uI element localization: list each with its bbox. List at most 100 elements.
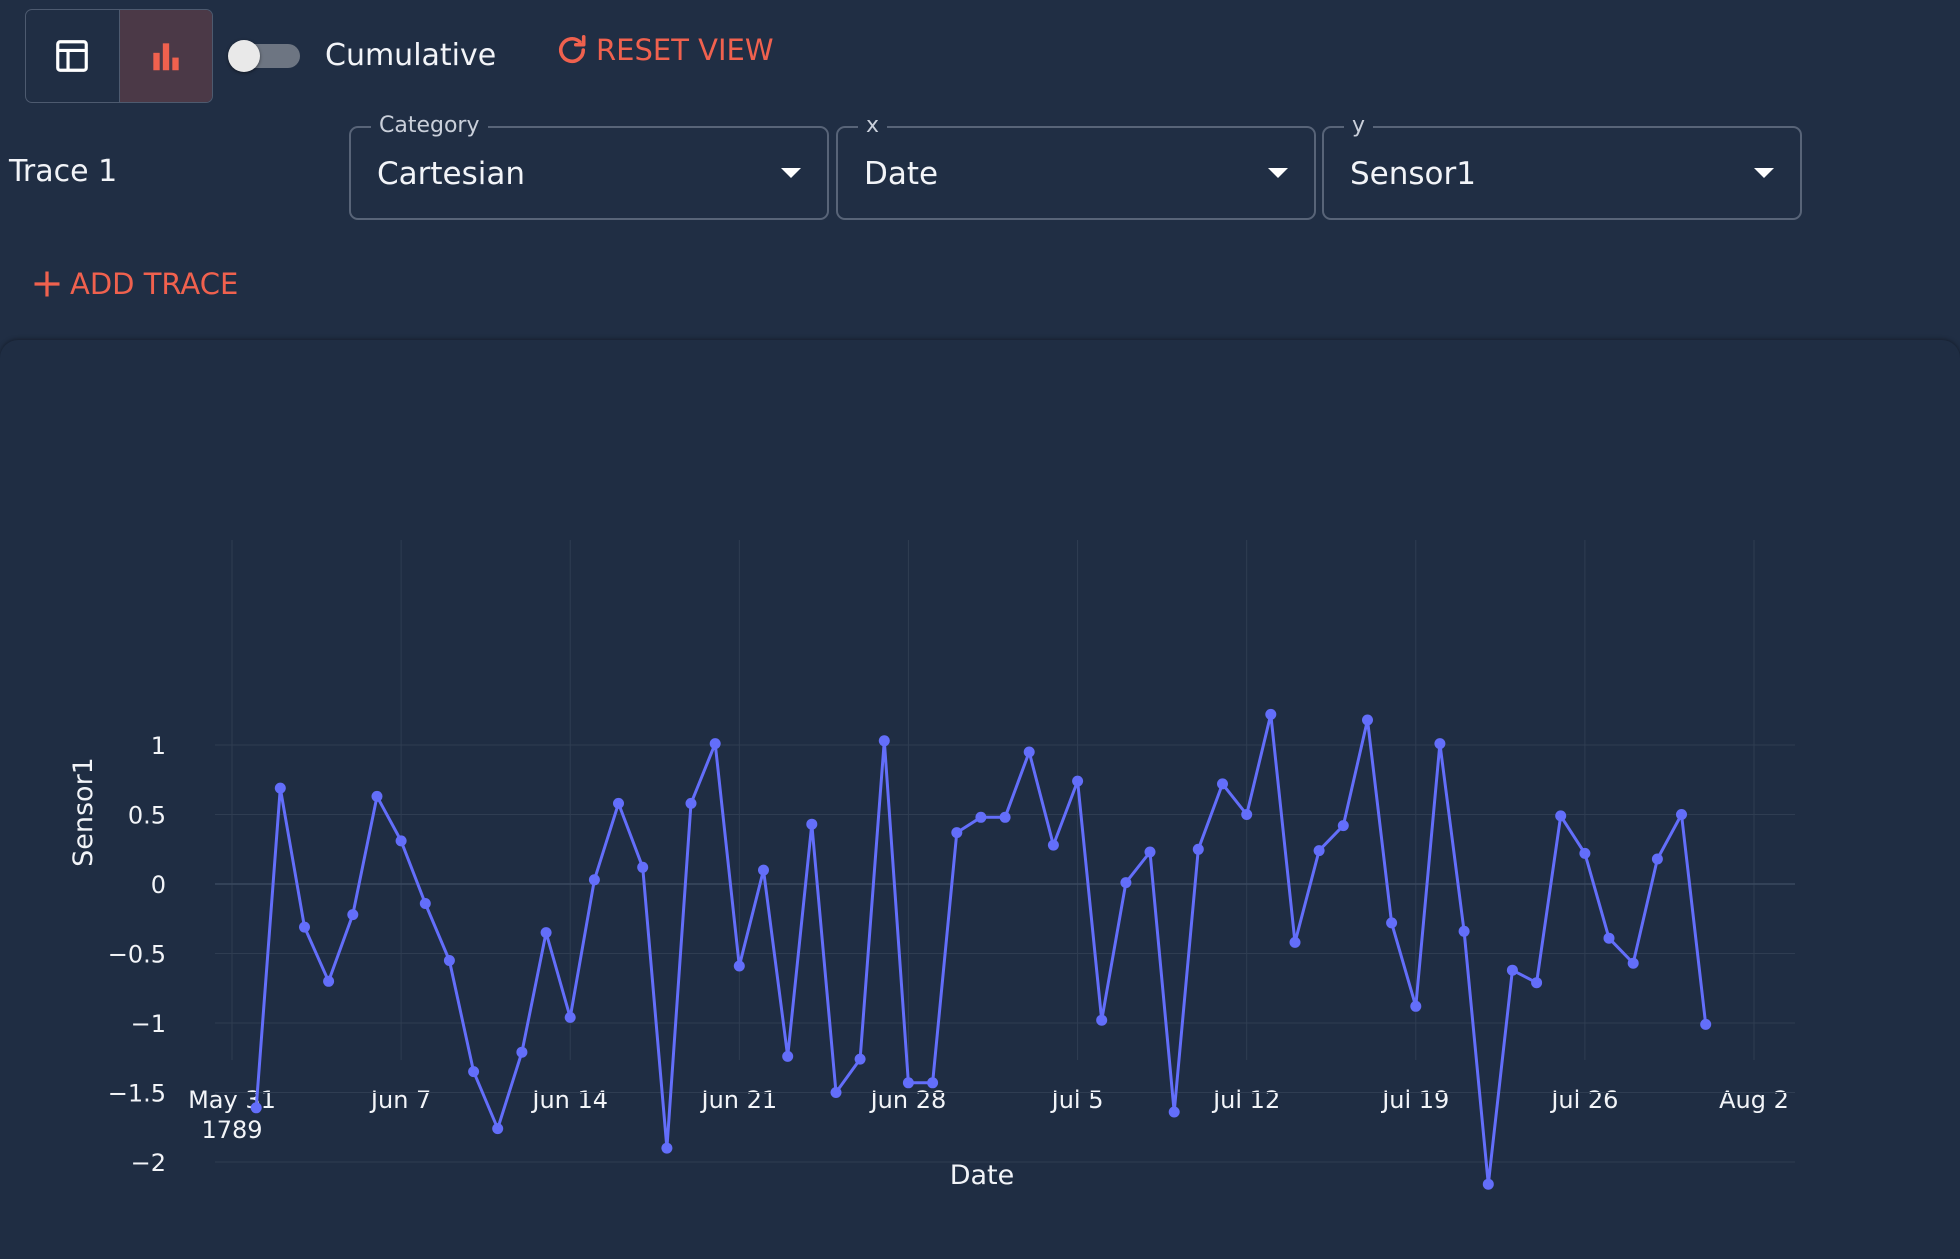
plus-icon — [34, 271, 60, 297]
data-point — [1289, 936, 1301, 948]
y-tick-label: −1.5 — [108, 1080, 166, 1108]
table-view-button[interactable] — [26, 10, 119, 102]
data-point — [1192, 843, 1204, 855]
data-point — [1313, 845, 1325, 857]
y-select[interactable]: y Sensor1 — [1322, 112, 1802, 220]
x-tick-label: Jul 5 — [1050, 1086, 1104, 1114]
reset-view-button[interactable]: RESET VIEW — [554, 30, 774, 70]
data-point — [516, 1046, 528, 1058]
data-point — [564, 1011, 576, 1023]
x-axis-title: Date — [950, 1160, 1015, 1191]
series-line — [254, 712, 1708, 1186]
data-point — [951, 827, 963, 839]
data-point — [1072, 775, 1084, 787]
data-point — [902, 1077, 914, 1089]
data-point — [1168, 1106, 1180, 1118]
data-point — [733, 960, 745, 972]
data-point — [274, 782, 286, 794]
data-point — [1241, 809, 1253, 820]
category-legend: Category — [371, 112, 488, 140]
data-point — [878, 735, 890, 747]
data-point — [492, 1123, 504, 1135]
data-point — [637, 861, 649, 873]
data-point — [443, 955, 455, 966]
data-point — [1120, 877, 1132, 889]
cumulative-label: Cumulative — [325, 38, 497, 73]
data-point — [1337, 820, 1349, 832]
chart-view-button[interactable] — [118, 10, 212, 102]
x-value: Date — [864, 156, 939, 192]
data-point — [1047, 839, 1059, 851]
data-point — [1531, 977, 1543, 989]
data-point — [419, 898, 431, 909]
data-point — [1434, 738, 1446, 750]
data-point — [613, 797, 624, 809]
data-point — [588, 874, 600, 886]
y-tick-label: 0 — [151, 871, 166, 899]
category-value: Cartesian — [377, 156, 526, 192]
refresh-icon — [558, 35, 586, 64]
data-point — [1603, 932, 1615, 944]
data-point — [1627, 957, 1639, 969]
data-point — [1482, 1178, 1494, 1190]
data-point — [1386, 917, 1398, 929]
caret-down-icon — [781, 168, 801, 178]
y-legend: y — [1344, 112, 1374, 140]
x-tick-label: Jul 12 — [1211, 1086, 1280, 1114]
cumulative-toggle[interactable] — [228, 40, 302, 72]
data-point — [540, 927, 552, 939]
x-tick-label: Aug 2 — [1719, 1086, 1789, 1114]
data-point — [975, 811, 987, 823]
data-point — [323, 975, 335, 987]
table-icon — [56, 40, 89, 72]
data-point — [685, 797, 697, 809]
data-point — [250, 1102, 262, 1114]
x-legend: x — [858, 112, 888, 140]
data-point — [830, 1087, 842, 1098]
data-point — [371, 790, 383, 802]
data-point — [1676, 809, 1687, 820]
y-tick-label: 0.5 — [128, 802, 166, 830]
x-tick-label: Jul 19 — [1380, 1086, 1449, 1114]
add-trace-button[interactable]: ADD TRACE — [32, 264, 238, 304]
data-point — [1458, 925, 1470, 937]
trace-label: Trace 1 — [9, 154, 118, 189]
data-point — [709, 738, 721, 750]
category-select[interactable]: Category Cartesian — [349, 112, 829, 220]
toggle-thumb[interactable] — [228, 40, 260, 72]
y-tick-label: −2 — [131, 1149, 166, 1177]
x-tick-label: Jun 28 — [869, 1086, 947, 1114]
x-select[interactable]: x Date — [836, 112, 1316, 220]
caret-down-icon — [1754, 168, 1774, 178]
data-point — [1410, 1000, 1422, 1012]
data-point — [299, 921, 310, 933]
data-point — [1023, 746, 1035, 758]
y-axis-title: Sensor1 — [68, 757, 99, 867]
data-point — [347, 909, 359, 921]
data-point — [1096, 1014, 1108, 1026]
caret-down-icon — [1268, 168, 1288, 178]
data-point — [758, 864, 769, 876]
bar-chart-icon — [153, 43, 179, 71]
sensor-line-chart[interactable]: May 311789 Jun 7 Jun 14 Jun 21 Jun 28 Jul 5 Ju… — [0, 340, 1960, 1259]
data-point — [1700, 1018, 1712, 1030]
data-point — [1555, 810, 1567, 822]
y-tick-label: 1 — [151, 732, 166, 760]
y-tick-label: −0.5 — [108, 941, 166, 969]
plot-panel: May 31 1789 Jun 7 Jun 14 Jun 21 Jun 28 Jul 5 Ju… — [0, 340, 1960, 1259]
data-point — [854, 1053, 866, 1065]
view-toggle-group — [25, 9, 213, 103]
x-tick-label: Jun 14 — [530, 1086, 608, 1114]
x-tick-label: Jun 21 — [699, 1086, 777, 1114]
data-point — [1362, 714, 1373, 726]
y-value: Sensor1 — [1350, 156, 1476, 192]
data-point — [1265, 708, 1277, 720]
reset-view-label: RESET VIEW — [596, 33, 774, 67]
data-point — [999, 811, 1011, 823]
x-tick-label: May 31 — [188, 1086, 276, 1114]
x-tick-label: Jun 7 — [369, 1086, 431, 1114]
data-point — [1217, 778, 1228, 790]
data-point — [395, 835, 407, 847]
x-tick-label: Jul 26 — [1549, 1086, 1618, 1114]
data-point — [782, 1050, 794, 1062]
